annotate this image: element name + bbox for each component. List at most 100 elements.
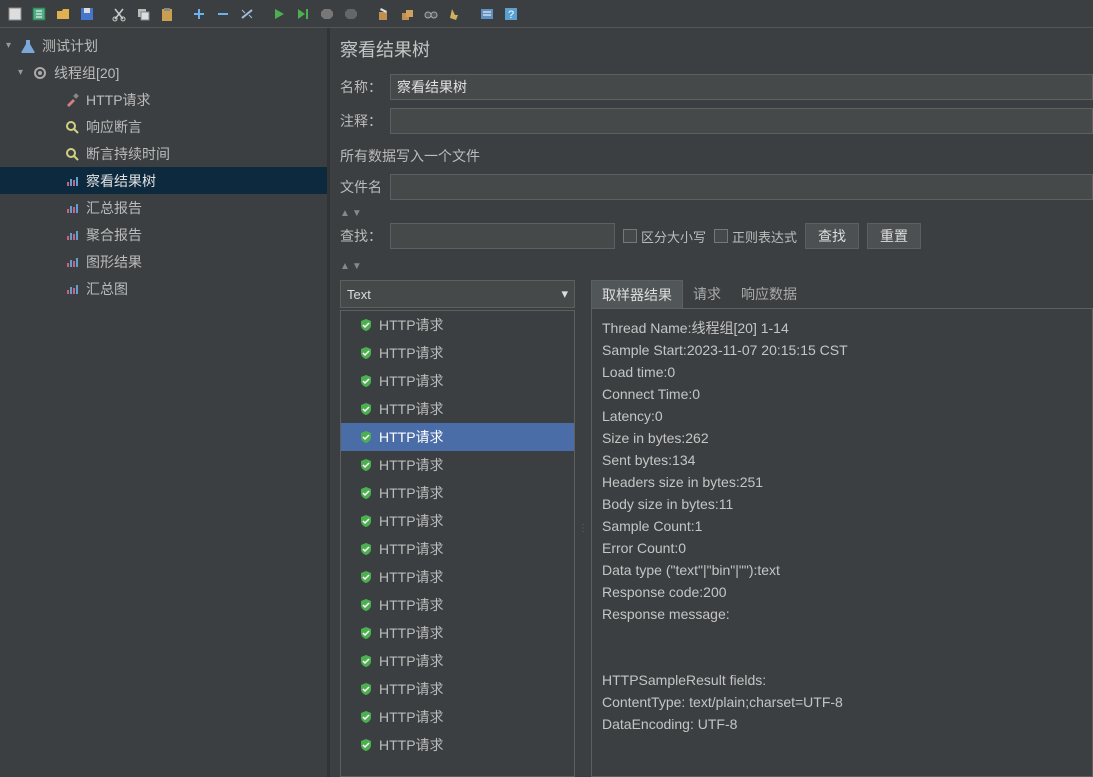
- vertical-splitter[interactable]: ⋮: [579, 280, 587, 777]
- help-icon[interactable]: ?: [500, 3, 522, 25]
- shield-success-icon: [359, 374, 373, 388]
- result-line: Data type ("text"|"bin"|""):text: [602, 559, 1082, 581]
- result-line: Load time:0: [602, 361, 1082, 383]
- result-body[interactable]: Thread Name:线程组[20] 1-14Sample Start:202…: [591, 308, 1093, 777]
- name-input[interactable]: [390, 74, 1093, 100]
- sample-item[interactable]: HTTP请求: [341, 535, 574, 563]
- tree-thread-group[interactable]: ▾ 线程组[20]: [0, 59, 327, 86]
- shield-success-icon: [359, 626, 373, 640]
- shield-success-icon: [359, 738, 373, 752]
- sample-item[interactable]: HTTP请求: [341, 367, 574, 395]
- result-line: Error Count:0: [602, 537, 1082, 559]
- section-toggle-icon[interactable]: ▲▼: [340, 208, 1093, 219]
- renderer-select[interactable]: Text ▾: [340, 280, 575, 308]
- tree-item-label: 察看结果树: [86, 171, 156, 191]
- shield-success-icon: [359, 654, 373, 668]
- regex-checkbox[interactable]: 正则表达式: [714, 227, 797, 246]
- sample-item[interactable]: HTTP请求: [341, 591, 574, 619]
- chevron-down-icon[interactable]: ▾: [6, 40, 20, 51]
- expand-icon[interactable]: [188, 3, 210, 25]
- save-icon[interactable]: [76, 3, 98, 25]
- sample-list[interactable]: HTTP请求HTTP请求HTTP请求HTTP请求HTTP请求HTTP请求HTTP…: [340, 310, 575, 777]
- tree-item[interactable]: 察看结果树: [0, 167, 327, 194]
- sample-item[interactable]: HTTP请求: [341, 619, 574, 647]
- shield-success-icon: [359, 402, 373, 416]
- search-label: 查找：: [340, 226, 382, 246]
- tree-item[interactable]: 图形结果: [0, 248, 327, 275]
- sample-item[interactable]: HTTP请求: [341, 507, 574, 535]
- result-line: Headers size in bytes:251: [602, 471, 1082, 493]
- reset-button[interactable]: 重置: [867, 223, 921, 249]
- sample-label: HTTP请求: [379, 707, 444, 727]
- shield-success-icon: [359, 570, 373, 584]
- sample-label: HTTP请求: [379, 623, 444, 643]
- tree-item[interactable]: HTTP请求: [0, 86, 327, 113]
- search-input[interactable]: [390, 223, 615, 249]
- tree-item[interactable]: 响应断言: [0, 113, 327, 140]
- note-input[interactable]: [390, 108, 1093, 134]
- tab-sampler-result[interactable]: 取样器结果: [591, 280, 683, 308]
- tab-request[interactable]: 请求: [683, 280, 731, 308]
- collapse-icon[interactable]: [212, 3, 234, 25]
- tree-test-plan[interactable]: ▾ 测试计划: [0, 32, 327, 59]
- tree-item-label: 断言持续时间: [86, 144, 170, 164]
- config-panel: 察看结果树 名称： 注释： 所有数据写入一个文件 文件名 ▲▼ 查找： 区分大小…: [330, 28, 1093, 777]
- cut-icon[interactable]: [108, 3, 130, 25]
- shield-success-icon: [359, 318, 373, 332]
- tab-response-data[interactable]: 响应数据: [731, 280, 807, 308]
- clear-all-icon[interactable]: [396, 3, 418, 25]
- tree-item[interactable]: 断言持续时间: [0, 140, 327, 167]
- stop-all-icon[interactable]: [340, 3, 362, 25]
- renderer-value: Text: [347, 287, 371, 302]
- sample-item[interactable]: HTTP请求: [341, 479, 574, 507]
- section-toggle-icon[interactable]: ▲▼: [340, 261, 1093, 272]
- shield-success-icon: [359, 682, 373, 696]
- copy-icon[interactable]: [132, 3, 154, 25]
- shield-success-icon: [359, 430, 373, 444]
- magnifier-icon: [64, 119, 80, 135]
- case-sensitive-checkbox[interactable]: 区分大小写: [623, 227, 706, 246]
- result-line: Response message:: [602, 603, 1082, 625]
- search-button[interactable]: 查找: [805, 223, 859, 249]
- stop-icon[interactable]: [316, 3, 338, 25]
- open-icon[interactable]: [52, 3, 74, 25]
- clear-icon[interactable]: [372, 3, 394, 25]
- tree-item[interactable]: 汇总报告: [0, 194, 327, 221]
- result-line: Sent bytes:134: [602, 449, 1082, 471]
- sample-item[interactable]: HTTP请求: [341, 731, 574, 759]
- sample-label: HTTP请求: [379, 343, 444, 363]
- sample-label: HTTP请求: [379, 315, 444, 335]
- sample-item[interactable]: HTTP请求: [341, 563, 574, 591]
- sample-item[interactable]: HTTP请求: [341, 395, 574, 423]
- result-tabs: 取样器结果 请求 响应数据: [591, 280, 1093, 308]
- functions-icon[interactable]: [476, 3, 498, 25]
- chevron-down-icon[interactable]: ▾: [18, 67, 32, 78]
- main-area: ▾ 测试计划 ▾ 线程组[20] HTTP请求响应断言断言持续时间察看结果树汇总…: [0, 28, 1093, 777]
- new-file-icon[interactable]: [4, 3, 26, 25]
- sample-item[interactable]: HTTP请求: [341, 451, 574, 479]
- template-icon[interactable]: [28, 3, 50, 25]
- paste-icon[interactable]: [156, 3, 178, 25]
- tree-item[interactable]: 聚合报告: [0, 221, 327, 248]
- tree-item-label: 汇总图: [86, 279, 128, 299]
- search-binoc-icon[interactable]: [420, 3, 442, 25]
- tree-item[interactable]: 汇总图: [0, 275, 327, 302]
- chart-icon: [64, 200, 80, 216]
- sample-label: HTTP请求: [379, 651, 444, 671]
- sample-item[interactable]: HTTP请求: [341, 647, 574, 675]
- sample-item[interactable]: HTTP请求: [341, 339, 574, 367]
- tree-item-label: 聚合报告: [86, 225, 142, 245]
- run-next-icon[interactable]: [292, 3, 314, 25]
- chart-icon: [64, 227, 80, 243]
- result-line: ContentType: text/plain;charset=UTF-8: [602, 691, 1082, 713]
- sample-item[interactable]: HTTP请求: [341, 675, 574, 703]
- run-icon[interactable]: [268, 3, 290, 25]
- sample-item[interactable]: HTTP请求: [341, 703, 574, 731]
- cleanup-icon[interactable]: [444, 3, 466, 25]
- result-line: [602, 625, 1082, 647]
- shield-success-icon: [359, 710, 373, 724]
- sample-item[interactable]: HTTP请求: [341, 423, 574, 451]
- sample-item[interactable]: HTTP请求: [341, 311, 574, 339]
- filename-input[interactable]: [390, 174, 1093, 200]
- toggle-icon[interactable]: [236, 3, 258, 25]
